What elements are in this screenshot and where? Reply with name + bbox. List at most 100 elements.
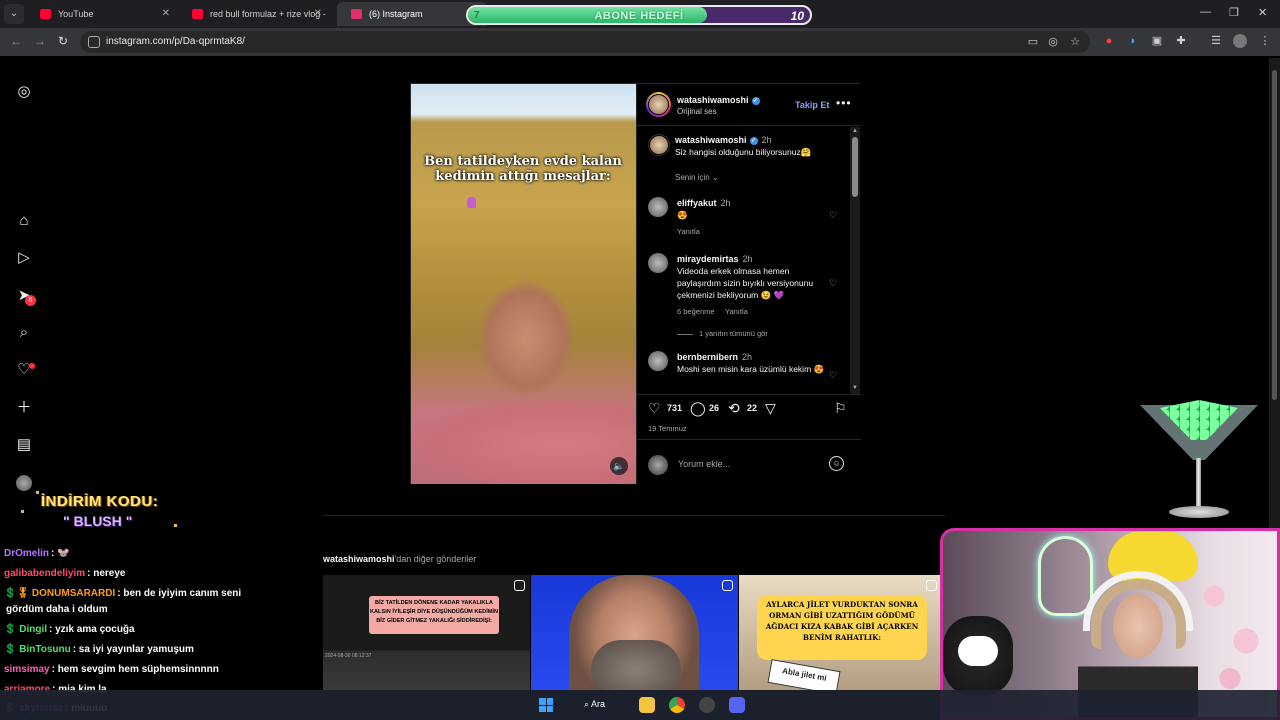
more-options-icon[interactable]: ••• [836, 96, 852, 110]
chat-text: gördüm daha i oldum [6, 604, 108, 615]
chat-username[interactable]: 💲 BinTosunu [4, 644, 71, 655]
address-bar[interactable]: instagram.com/p/Da-qprmtaK8/ ▭ ◎ ☆ [80, 31, 1090, 53]
comment-input[interactable]: Yorum ekle... [678, 459, 730, 469]
chat-username[interactable]: 💲🎖 DONUMSARARDI [4, 588, 115, 599]
section-divider [323, 515, 945, 516]
comment-username[interactable]: bernbernibern 2h [677, 352, 752, 362]
tab-search-button[interactable]: ⌄ [4, 4, 24, 24]
comment-avatar[interactable] [648, 197, 668, 217]
comment-text: Moshi sen misin kara üzümlü kekim 😍 [677, 364, 825, 374]
create-plus-icon[interactable]: ＋ [15, 399, 33, 417]
reply-button[interactable]: Yanıtla [725, 307, 748, 316]
mute-icon[interactable]: 🔈 [610, 457, 628, 475]
instagram-logo-icon[interactable]: ◎ [15, 83, 33, 101]
browser-toolbar: ← → ↻ instagram.com/p/Da-qprmtaK8/ ▭ ◎ ☆… [0, 28, 1280, 56]
view-replies-button[interactable]: 1 yanıtın tümünü gör [677, 329, 768, 338]
comment-like-icon[interactable]: ♡ [829, 370, 837, 381]
reels-icon[interactable]: ▷ [15, 249, 33, 267]
browser-menu-icon[interactable]: ⋮ [1258, 34, 1272, 48]
restore-button[interactable]: ❐ [1229, 6, 1239, 19]
more-post-thumbnail[interactable] [531, 575, 738, 690]
minimize-button[interactable]: — [1200, 6, 1211, 18]
site-info-icon[interactable] [88, 36, 100, 48]
file-explorer-icon[interactable] [639, 697, 655, 713]
close-icon[interactable]: ✕ [162, 2, 170, 26]
extension-red-icon[interactable]: ● [1102, 34, 1116, 48]
comment-sort-dropdown[interactable]: Senin için ⌄ [675, 173, 719, 182]
scroll-up-arrow-icon[interactable]: ▲ [852, 128, 858, 134]
taskbar-search[interactable]: ⌕ Ara [584, 699, 605, 710]
comment-bubble-icon[interactable]: ◯ [690, 400, 706, 417]
more-post-thumbnail[interactable]: AYLARCA JİLET VURDUKTAN SONRA ORMAN GİBİ… [739, 575, 942, 690]
goal-label: ABONE HEDEFİ [594, 10, 684, 22]
search-icon[interactable]: ⌕ [15, 324, 33, 342]
scroll-thumb[interactable] [852, 137, 858, 197]
author-avatar[interactable] [646, 92, 671, 117]
discord-icon[interactable] [729, 697, 745, 713]
follow-button[interactable]: Takip Et [795, 100, 829, 110]
start-button[interactable] [539, 698, 553, 712]
comment-text: Videoda erkek olmasa hemen paylaşırdım s… [677, 266, 814, 300]
obs-icon[interactable] [699, 697, 715, 713]
emoji-icon[interactable]: ☺ [829, 456, 844, 471]
reel-icon [722, 580, 733, 591]
comment-username[interactable]: eliffyakut 2h [677, 198, 731, 208]
forward-button[interactable]: → [34, 34, 46, 48]
back-button[interactable]: ← [10, 34, 22, 48]
bookmark-star-icon[interactable]: ☆ [1068, 35, 1082, 49]
save-bookmark-icon[interactable]: ⚐ [834, 400, 847, 417]
post-video[interactable]: Ben tatildeyken evde kalan kedimin attığ… [411, 84, 636, 484]
chat-username[interactable]: 💲 Dingil [4, 624, 47, 635]
thumbnail-timestamp: 2024-08-30 08:12:37 [325, 653, 372, 659]
post-header: watashiwamoshi ✓ Orijinal ses Takip Et ••… [637, 84, 861, 126]
comments-scrollbar[interactable]: ▲ ▼ [850, 127, 860, 394]
cast-icon[interactable]: ▭ [1026, 35, 1040, 49]
dashboard-icon[interactable]: ▤ [15, 436, 33, 454]
chat-text: : sa iyi yayınlar yamuşum [72, 644, 194, 655]
scroll-down-arrow-icon[interactable]: ▼ [852, 385, 858, 391]
author-username[interactable]: watashiwamoshi ✓ [677, 95, 760, 105]
tab-youtube[interactable]: YouTube ✕ [26, 2, 176, 26]
like-heart-icon[interactable]: ♡ [648, 400, 661, 417]
chat-username[interactable]: galibabendeliyim [4, 568, 85, 579]
post-card: Ben tatildeyken evde kalan kedimin attığ… [410, 83, 861, 484]
comment-likes[interactable]: 6 beğenme [677, 307, 715, 316]
caption-avatar[interactable] [648, 134, 670, 156]
tab-title: YouTube [58, 9, 94, 19]
comment-username[interactable]: miraydemirtas 2h [677, 254, 753, 264]
eye-off-icon[interactable]: ◎ [1046, 35, 1060, 49]
comment-like-icon[interactable]: ♡ [829, 278, 837, 289]
tab-red-bull-vlog[interactable]: red bull formulaz + rize vlog - Y ✕ [178, 2, 328, 26]
close-window-button[interactable]: ✕ [1258, 6, 1267, 19]
chat-message: DrOmelin: 🐭 [4, 548, 70, 559]
home-icon[interactable]: ⌂ [15, 212, 33, 230]
reading-list-icon[interactable]: ☰ [1209, 34, 1223, 48]
close-icon[interactable]: ✕ [314, 2, 322, 26]
page-scroll-thumb[interactable] [1272, 70, 1277, 400]
comment-avatar[interactable] [648, 253, 668, 273]
extension-sound-icon[interactable]: ◗ [1126, 34, 1140, 48]
repost-count: 22 [747, 403, 758, 413]
chat-text: : hem sevgim hem süphemsinnnnn [51, 664, 219, 675]
profile-avatar[interactable] [1233, 34, 1247, 48]
comment-like-icon[interactable]: ♡ [829, 210, 837, 221]
post-actions: ♡ 731 ◯ 26 ⟲ 22 ▽ ⚐ 19 Temmuz [637, 396, 861, 436]
post-date: 19 Temmuz [648, 424, 687, 433]
audio-label[interactable]: Orijinal ses [677, 107, 717, 116]
extension-shield-icon[interactable]: ▣ [1150, 34, 1164, 48]
like-count[interactable]: 731 [667, 403, 682, 413]
share-send-icon[interactable]: ▽ [765, 400, 776, 417]
reload-button[interactable]: ↻ [58, 34, 68, 48]
url-text[interactable]: instagram.com/p/Da-qprmtaK8/ [106, 36, 245, 47]
chrome-icon[interactable] [669, 697, 685, 713]
caption-username[interactable]: watashiwamoshi ✓ 2h [675, 135, 772, 145]
extensions-puzzle-icon[interactable]: ✚ [1174, 34, 1188, 48]
tab-instagram[interactable]: (6) Instagram [337, 2, 487, 26]
more-posts-heading: watashiwamoshi'dan diğer gönderiler [323, 554, 477, 564]
chat-username[interactable]: DrOmelin [4, 548, 49, 559]
reply-button[interactable]: Yanıtla [677, 227, 700, 236]
comment-avatar[interactable] [648, 351, 668, 371]
repost-icon[interactable]: ⟲ [728, 400, 740, 417]
more-post-thumbnail[interactable]: BİZ TATİLDEN DÖNENE KADAR YAKALIKLA KALS… [323, 575, 530, 690]
chat-username[interactable]: simsimay [4, 664, 50, 675]
